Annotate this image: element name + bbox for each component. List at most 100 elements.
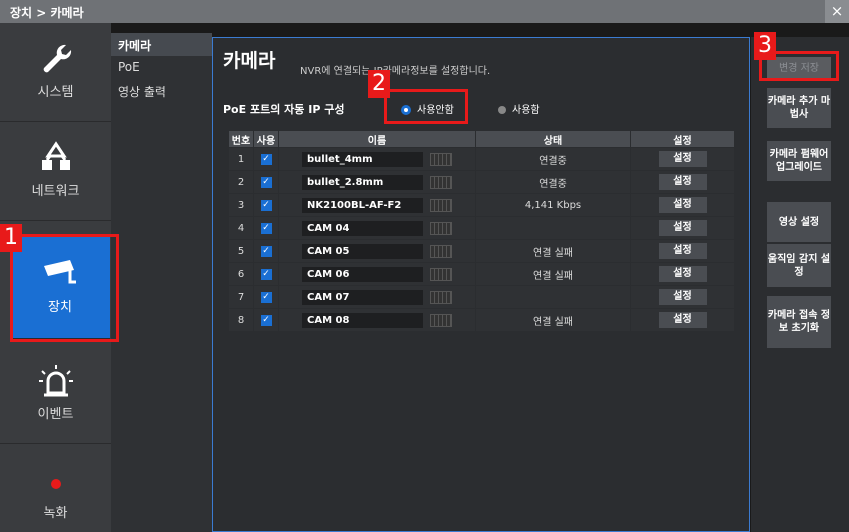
row-number: 7 [228, 285, 254, 309]
nav-system-label: 시스템 [37, 85, 74, 100]
page-description: NVR에 연결되는 IP카메라정보를 설정합니다. [300, 66, 491, 77]
use-checkbox[interactable]: ✓ [253, 262, 279, 286]
record-dot-icon [50, 479, 61, 489]
annotation-1: 1 [0, 224, 22, 252]
keyboard-icon[interactable] [430, 290, 452, 304]
radio-enable-label: 사용함 [512, 105, 540, 116]
table-row: 4 ✓ CAM 04 설정 [228, 216, 735, 240]
wrench-icon [43, 44, 71, 73]
breadcrumb: 장치 > 카메라 [10, 6, 84, 20]
camera-name-field[interactable]: CAM 07 [302, 289, 423, 305]
right-panel: 변경 저장 카메라 추가 마법사 카메라 펌웨어 업그레이드 영상 설정 움직임… [751, 37, 849, 532]
subnav-poe[interactable]: PoE [111, 56, 212, 79]
use-checkbox[interactable]: ✓ [253, 239, 279, 263]
row-number: 5 [228, 239, 254, 263]
nav-record[interactable]: 녹화 [0, 444, 111, 532]
nav-network[interactable]: 네트워크 [0, 122, 111, 221]
annotation-2: 2 [368, 70, 390, 98]
row-status [475, 216, 631, 240]
row-status: 연결 실패 [475, 239, 631, 263]
alarm-icon [38, 365, 73, 397]
title-bar: 장치 > 카메라 × [0, 0, 849, 23]
annotation-3: 3 [754, 32, 776, 60]
row-status: 연결중 [475, 170, 631, 194]
table-row: 2 ✓ bullet_2.8mm 연결중 설정 [228, 170, 735, 194]
table-row: 8 ✓ CAM 08 연결 실패 설정 [228, 308, 735, 332]
row-status [475, 285, 631, 309]
camera-name-field[interactable]: CAM 04 [302, 220, 423, 236]
highlight-box-2 [384, 89, 468, 124]
camera-name-field[interactable]: CAM 08 [302, 312, 423, 328]
row-number: 3 [228, 193, 254, 217]
row-number: 4 [228, 216, 254, 240]
nav-network-label: 네트워크 [31, 184, 80, 199]
use-checkbox[interactable]: ✓ [253, 170, 279, 194]
row-number: 1 [228, 147, 254, 171]
nav-record-label: 녹화 [43, 506, 68, 521]
row-number: 8 [228, 308, 254, 332]
camera-name-field[interactable]: NK2100BL-AF-F2 [302, 197, 423, 213]
nav-event-label: 이벤트 [37, 407, 74, 422]
row-status: 4,141 Kbps [475, 193, 631, 217]
close-button[interactable]: × [825, 0, 849, 23]
row-status: 연결 실패 [475, 308, 631, 332]
camera-name-field[interactable]: CAM 06 [302, 266, 423, 282]
row-status: 연결 실패 [475, 262, 631, 286]
subnav-camera[interactable]: 카메라 [111, 33, 212, 56]
table-row: 7 ✓ CAM 07 설정 [228, 285, 735, 309]
use-checkbox[interactable]: ✓ [253, 193, 279, 217]
table-row: 1 ✓ bullet_4mm 연결중 설정 [228, 147, 735, 171]
camera-panel: 카메라 NVR에 연결되는 IP카메라정보를 설정합니다. PoE 포트의 자동… [212, 37, 750, 532]
use-checkbox[interactable]: ✓ [253, 216, 279, 240]
table-row: 3 ✓ NK2100BL-AF-F2 4,141 Kbps 설정 [228, 193, 735, 217]
poe-auto-ip-label: PoE 포트의 자동 IP 구성 [223, 103, 345, 116]
col-use: 사용 [253, 130, 279, 148]
firmware-upgrade-button[interactable]: 카메라 펌웨어 업그레이드 [767, 141, 831, 181]
settings-button[interactable]: 설정 [658, 151, 707, 167]
use-checkbox[interactable]: ✓ [253, 308, 279, 332]
motion-detect-button[interactable]: 움직임 감지 설정 [767, 244, 831, 287]
keyboard-icon[interactable] [430, 175, 452, 189]
nav-system[interactable]: 시스템 [0, 23, 111, 122]
table-row: 6 ✓ CAM 06 연결 실패 설정 [228, 262, 735, 286]
camera-name-field[interactable]: bullet_4mm [302, 151, 423, 167]
camera-name-field[interactable]: CAM 05 [302, 243, 423, 259]
keyboard-icon[interactable] [430, 267, 452, 281]
col-name: 이름 [278, 130, 476, 148]
camera-table: 번호 사용 이름 상태 설정 1 ✓ bullet_4mm 연결중 설정 2 ✓… [228, 130, 735, 332]
video-settings-button[interactable]: 영상 설정 [767, 202, 831, 242]
radio-enable[interactable]: 사용함 [498, 101, 540, 116]
settings-button[interactable]: 설정 [658, 243, 707, 259]
settings-button[interactable]: 설정 [658, 197, 707, 213]
camera-wizard-button[interactable]: 카메라 추가 마법사 [767, 88, 831, 128]
use-checkbox[interactable]: ✓ [253, 285, 279, 309]
keyboard-icon[interactable] [430, 313, 452, 327]
radio-unselected-icon [498, 106, 506, 114]
col-status: 상태 [475, 130, 631, 148]
nav-event[interactable]: 이벤트 [0, 345, 111, 444]
keyboard-icon[interactable] [430, 221, 452, 235]
sub-nav: 카메라 PoE 영상 출력 [111, 33, 212, 532]
settings-button[interactable]: 설정 [658, 266, 707, 282]
keyboard-icon[interactable] [430, 198, 452, 212]
highlight-box-1 [10, 234, 119, 342]
network-icon [41, 141, 70, 170]
page-title: 카메라 [223, 50, 276, 72]
settings-button[interactable]: 설정 [658, 289, 707, 305]
table-header: 번호 사용 이름 상태 설정 [228, 130, 735, 148]
settings-button[interactable]: 설정 [658, 220, 707, 236]
col-number: 번호 [228, 130, 254, 148]
camera-name-field[interactable]: bullet_2.8mm [302, 174, 423, 190]
subnav-video-output[interactable]: 영상 출력 [111, 79, 212, 102]
keyboard-icon[interactable] [430, 152, 452, 166]
settings-button[interactable]: 설정 [658, 174, 707, 190]
row-number: 2 [228, 170, 254, 194]
camera-reset-button[interactable]: 카메라 접속 정보 초기화 [767, 296, 831, 348]
settings-button[interactable]: 설정 [658, 312, 707, 328]
keyboard-icon[interactable] [430, 244, 452, 258]
row-number: 6 [228, 262, 254, 286]
table-row: 5 ✓ CAM 05 연결 실패 설정 [228, 239, 735, 263]
row-status: 연결중 [475, 147, 631, 171]
col-settings: 설정 [630, 130, 735, 148]
use-checkbox[interactable]: ✓ [253, 147, 279, 171]
